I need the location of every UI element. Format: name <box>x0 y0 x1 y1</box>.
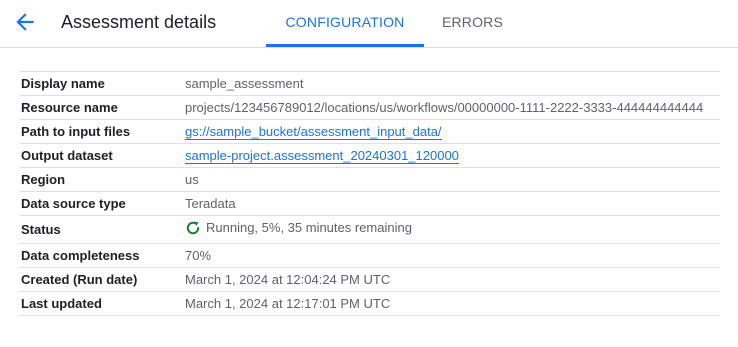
resource-name-value: projects/123456789012/locations/us/workf… <box>185 100 704 115</box>
tab-configuration[interactable]: CONFIGURATION <box>266 0 424 47</box>
last-updated-value: March 1, 2024 at 12:17:01 PM UTC <box>185 295 391 311</box>
tab-errors[interactable]: ERRORS <box>424 0 521 47</box>
status-badge: Running, 5%, 35 minutes remaining <box>185 216 412 239</box>
arrow-back-icon <box>12 9 38 35</box>
page-header: Assessment details CONFIGURATION ERRORS <box>0 0 738 48</box>
resource-name-label: Resource name <box>21 100 118 115</box>
data-completeness-label: Data completeness <box>21 247 140 263</box>
region-label: Region <box>21 172 66 187</box>
data-source-type-label: Data source type <box>21 196 126 211</box>
region-value: us <box>185 172 199 187</box>
running-status-icon <box>185 220 201 236</box>
table-row: Resource name projects/123456789012/loca… <box>20 95 720 120</box>
output-dataset-link[interactable]: sample-project.assessment_20240301_12000… <box>185 148 459 164</box>
path-to-input-files-cell: gs://sample_bucket/assessment_input_data… <box>185 120 720 144</box>
input-files-link[interactable]: gs://sample_bucket/assessment_input_data… <box>185 124 442 140</box>
table-row: Status Running, 5%, 35 minutes remaining <box>20 215 720 244</box>
details-table: Display name sample_assessment Resource … <box>20 71 720 316</box>
table-row: Created (Run date) March 1, 2024 at 12:0… <box>20 267 720 291</box>
table-row: Last updated March 1, 2024 at 12:17:01 P… <box>20 291 720 315</box>
page-title: Assessment details <box>61 12 217 32</box>
table-row: Region us <box>20 167 720 192</box>
output-dataset-cell: sample-project.assessment_20240301_12000… <box>185 144 720 168</box>
data-completeness-value: 70% <box>185 247 212 263</box>
display-name-value: sample_assessment <box>185 76 304 91</box>
path-to-input-files-label: Path to input files <box>21 124 131 139</box>
status-text: Running, 5%, 35 minutes remaining <box>206 220 412 235</box>
table-row: Display name sample_assessment <box>20 71 720 96</box>
last-updated-label: Last updated <box>21 295 102 311</box>
data-source-type-value: Teradata <box>185 196 236 211</box>
table-row: Data completeness 70% <box>20 243 720 267</box>
status-cell: Running, 5%, 35 minutes remaining <box>185 216 720 244</box>
created-value: March 1, 2024 at 12:04:24 PM UTC <box>185 271 391 287</box>
output-dataset-label: Output dataset <box>21 148 113 163</box>
table-row: Data source type Teradata <box>20 191 720 216</box>
table-row: Output dataset sample-project.assessment… <box>20 143 720 168</box>
display-name-label: Display name <box>21 76 105 91</box>
back-button[interactable] <box>12 9 38 35</box>
created-label: Created (Run date) <box>21 271 138 287</box>
table-row: Path to input files gs://sample_bucket/a… <box>20 119 720 144</box>
status-label: Status <box>21 221 61 237</box>
